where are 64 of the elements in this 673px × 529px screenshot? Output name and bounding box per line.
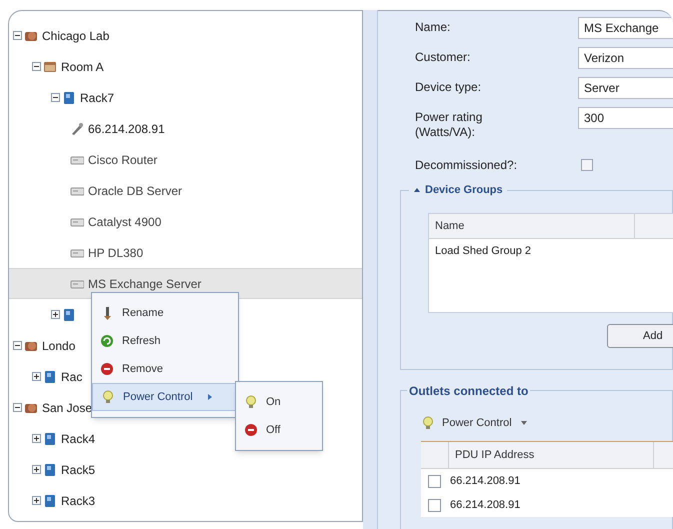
rack-icon	[43, 494, 57, 508]
tree-item[interactable]: Catalyst 4900	[70, 206, 164, 237]
input-field[interactable]: Server	[578, 77, 673, 99]
expand-icon[interactable]	[32, 465, 41, 474]
remove-icon	[100, 362, 114, 376]
expand-icon[interactable]	[32, 496, 41, 505]
tree-item[interactable]: 66.214.208.91	[70, 113, 168, 144]
bulb-icon	[101, 390, 115, 404]
tree-item[interactable]: Rack4	[32, 423, 98, 454]
collapse-icon[interactable]	[32, 62, 41, 71]
checkbox[interactable]	[581, 159, 593, 171]
tree-item[interactable]: MS Exchange Server	[9, 268, 362, 299]
expand-icon[interactable]	[32, 434, 41, 443]
power-control-button[interactable]: Power Control	[421, 411, 527, 435]
rack-icon	[43, 432, 57, 446]
expand-icon[interactable]	[51, 310, 60, 319]
checkbox[interactable]	[428, 498, 441, 512]
menu-item[interactable]: On	[236, 388, 322, 416]
field-label: Name:	[415, 19, 452, 35]
tree-item[interactable]: Room A	[32, 51, 107, 82]
table-cell-text: 66.214.208.91	[450, 474, 520, 489]
field-label: Customer:	[415, 49, 472, 65]
tree-item[interactable]: Rack3	[32, 485, 98, 516]
folder-icon	[43, 60, 57, 74]
caret-icon	[520, 421, 527, 425]
menu-item[interactable]: Off	[236, 416, 322, 444]
input-field[interactable]: Verizon	[578, 47, 673, 69]
checkbox[interactable]	[428, 474, 441, 488]
plug-icon	[70, 122, 84, 136]
table-cell-text: 66.214.208.91	[450, 498, 520, 513]
menu-item[interactable]: Rename	[92, 299, 238, 327]
collapse-icon[interactable]	[13, 31, 22, 40]
rack-icon	[62, 90, 76, 104]
menu-item[interactable]: Power Control	[92, 383, 238, 411]
menu-item[interactable]: Remove	[92, 355, 238, 383]
bulb-icon	[244, 395, 258, 409]
tree-item[interactable]: Londo	[13, 330, 78, 361]
input-field[interactable]: MS Exchange	[578, 17, 673, 39]
tree-item[interactable]: Oracle DB Server	[70, 175, 186, 206]
tree-item[interactable]: Rack5	[32, 454, 98, 485]
remove-icon	[244, 423, 258, 437]
menu-item[interactable]: Refresh	[92, 327, 238, 355]
input-field[interactable]: 300	[578, 107, 673, 129]
refresh-icon	[100, 334, 114, 348]
tree-item[interactable]: Rack7	[51, 82, 118, 113]
tree-item[interactable]: Chicago Lab	[13, 20, 112, 51]
rack-icon	[43, 462, 57, 476]
tree-item[interactable]: HP DL380	[70, 237, 146, 268]
tree-item[interactable]: Cisco Router	[70, 144, 160, 175]
table-cell-text: Load Shed Group 2	[434, 244, 532, 260]
fieldset-legend[interactable]: Device Groups	[409, 182, 507, 198]
rack-icon	[43, 370, 57, 384]
bulb-icon	[421, 416, 435, 430]
collapse-icon[interactable]	[51, 93, 60, 102]
collapse-icon[interactable]	[13, 341, 22, 350]
expand-icon[interactable]	[32, 372, 41, 381]
collapse-icon[interactable]	[13, 403, 22, 412]
add-button[interactable]: Add	[607, 324, 673, 348]
rack-icon	[62, 308, 76, 322]
field-label: Device type:	[415, 79, 482, 95]
field-label: Decommissioned?:	[415, 157, 518, 174]
field-label: Power rating (Watts/VA):	[415, 109, 484, 140]
tree-item[interactable]: Rac	[32, 361, 86, 392]
collapse-icon	[413, 186, 421, 194]
